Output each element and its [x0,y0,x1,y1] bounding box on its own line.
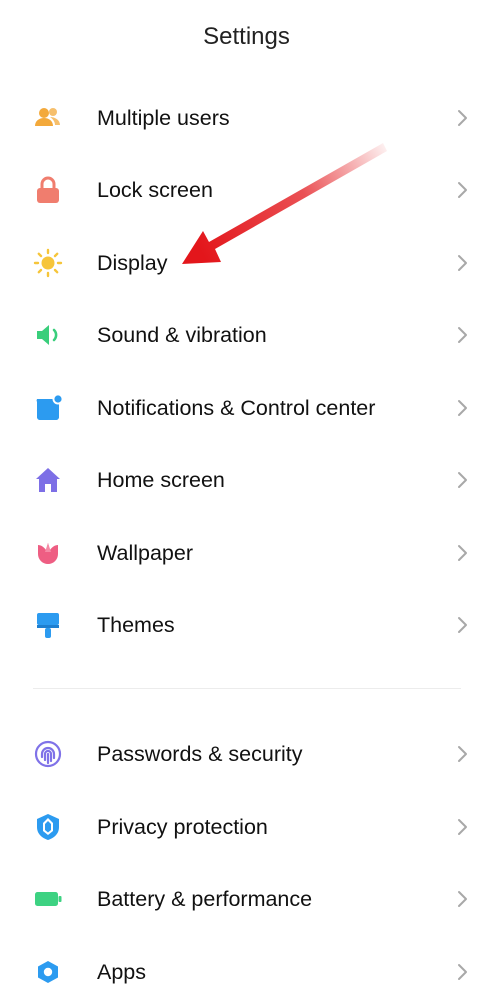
settings-item-multiple-users[interactable]: Multiple users [0,82,493,154]
chevron-right-icon [452,178,472,202]
chevron-right-icon [452,323,472,347]
notification-icon [33,393,63,423]
chevron-right-icon [452,742,472,766]
settings-item-label: Notifications & Control center [97,395,376,420]
settings-item-wallpaper[interactable]: Wallpaper [0,517,493,589]
tulip-icon [33,538,63,568]
page-title: Settings [203,23,290,50]
settings-item-label: Home screen [97,467,225,492]
shield-icon [33,812,63,842]
gear-icon [33,957,63,987]
page-header: Settings [0,0,493,74]
settings-item-battery-performance[interactable]: Battery & performance [0,863,493,935]
settings-item-notifications-control-center[interactable]: Notifications & Control center [0,372,493,444]
settings-item-display[interactable]: Display [0,227,493,299]
chevron-right-icon [452,960,472,984]
settings-item-privacy-protection[interactable]: Privacy protection [0,791,493,863]
settings-item-themes[interactable]: Themes [0,589,493,661]
sun-icon [33,248,63,278]
chevron-right-icon [452,887,472,911]
settings-item-label: Themes [97,612,175,637]
settings-item-label: Multiple users [97,105,230,130]
chevron-right-icon [452,541,472,565]
lock-icon [33,175,63,205]
chevron-right-icon [452,106,472,130]
users-icon [33,103,63,133]
speaker-icon [33,320,63,350]
settings-item-label: Privacy protection [97,814,268,839]
settings-item-lock-screen[interactable]: Lock screen [0,154,493,226]
home-icon [33,465,63,495]
battery-icon [33,884,63,914]
settings-item-apps[interactable]: Apps [0,936,493,1008]
chevron-right-icon [452,468,472,492]
settings-item-home-screen[interactable]: Home screen [0,444,493,516]
chevron-right-icon [452,815,472,839]
chevron-right-icon [452,613,472,637]
settings-item-label: Sound & vibration [97,322,267,347]
settings-item-sound-vibration[interactable]: Sound & vibration [0,299,493,371]
chevron-right-icon [452,251,472,275]
settings-item-label: Display [97,250,168,275]
chevron-right-icon [452,396,472,420]
section-divider [33,688,461,689]
settings-item-passwords-security[interactable]: Passwords & security [0,718,493,790]
settings-item-label: Apps [97,959,147,984]
brush-icon [33,610,63,640]
settings-item-label: Wallpaper [97,540,193,565]
settings-item-label: Battery & performance [97,886,313,911]
fingerprint-icon [33,739,63,769]
settings-item-label: Lock screen [97,177,213,202]
settings-item-label: Passwords & security [97,741,303,766]
